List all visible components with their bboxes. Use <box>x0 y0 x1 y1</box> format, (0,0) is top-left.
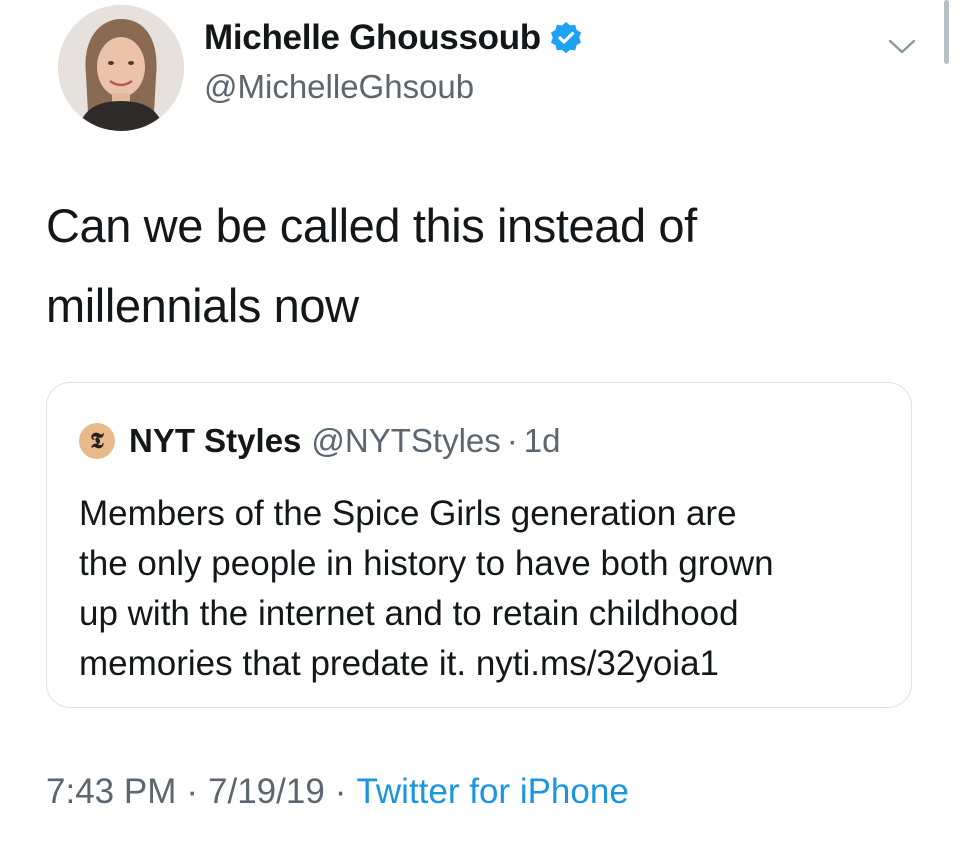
quoted-tweet-header: 𝕿 NYT Styles @NYTStyles · 1d <box>79 421 561 461</box>
quoted-tweet-author-handle: @NYTStyles <box>311 422 501 459</box>
separator-dot: · <box>334 772 347 811</box>
author-name-row[interactable]: Michelle Ghoussoub <box>204 16 583 60</box>
quoted-tweet[interactable]: 𝕿 NYT Styles @NYTStyles · 1d Members of … <box>46 382 912 708</box>
tweet-source-link[interactable]: Twitter for iPhone <box>356 772 628 812</box>
tweet-text-line: Can we be called this instead of <box>46 199 697 252</box>
tweet-date: 7/19/19 <box>208 772 325 811</box>
tweet-text-line: millennials now <box>46 279 359 332</box>
chevron-down-icon[interactable] <box>884 34 920 58</box>
tweet: Michelle Ghoussoub @MichelleGhsoub Can w… <box>0 0 960 846</box>
tweet-meta: 7:43 PM · 7/19/19 · Twitter for iPhone <box>46 772 629 812</box>
quoted-tweet-text-line: memories that predate it. nyti.ms/32yoia… <box>79 644 720 683</box>
quoted-tweet-text: Members of the Spice Girls generation ar… <box>79 489 899 689</box>
nyt-logo-icon: 𝕿 <box>79 423 115 459</box>
author-handle[interactable]: @MichelleGhsoub <box>204 68 474 106</box>
scrollbar[interactable] <box>944 0 949 64</box>
tweet-time: 7:43 PM <box>46 772 177 811</box>
quoted-tweet-text-line: Members of the Spice Girls generation ar… <box>79 494 737 533</box>
separator-dot: · <box>506 422 518 459</box>
quoted-tweet-text-line: the only people in history to have both … <box>79 544 774 583</box>
tweet-text: Can we be called this instead of millenn… <box>46 186 906 346</box>
avatar-image <box>58 5 184 131</box>
quoted-tweet-text-line: up with the internet and to retain child… <box>79 594 739 633</box>
verified-badge-icon <box>549 21 583 55</box>
quoted-tweet-author-name: NYT Styles <box>129 422 302 459</box>
avatar[interactable] <box>58 5 184 131</box>
quoted-tweet-age: 1d <box>523 422 561 459</box>
author-name[interactable]: Michelle Ghoussoub <box>204 18 541 58</box>
separator-dot: · <box>186 772 199 811</box>
